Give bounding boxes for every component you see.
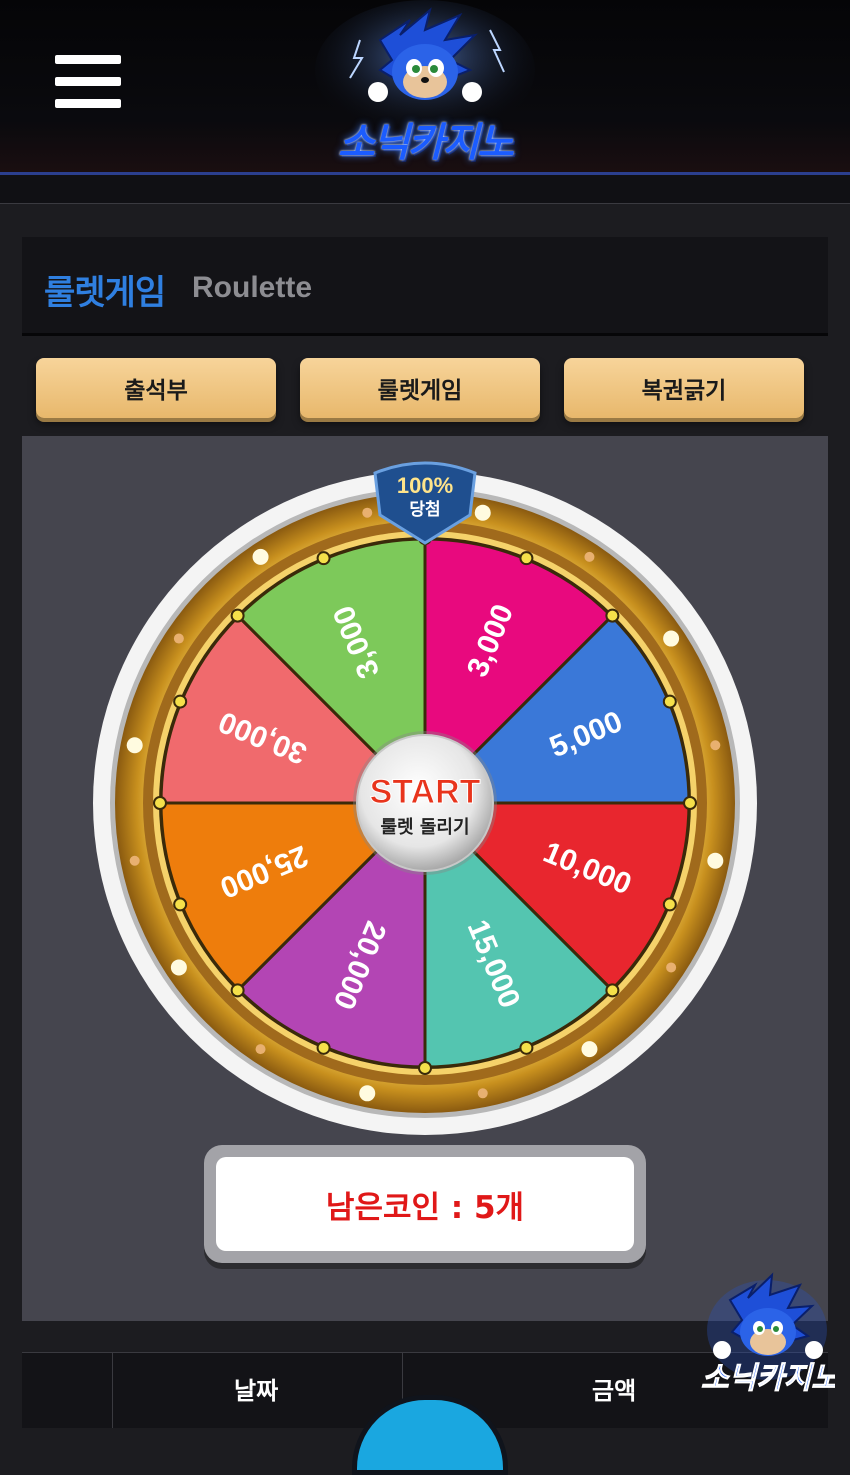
wheel-light-bulb: [362, 507, 373, 518]
wheel-peg: [316, 551, 331, 566]
remaining-coins-label: 남은코인 : 5개: [216, 1157, 634, 1251]
wheel-light-bulb: [584, 551, 595, 562]
wheel-peg: [662, 897, 677, 912]
wheel-light-bulb: [252, 548, 269, 565]
tab-roulette[interactable]: 룰렛게임: [300, 358, 540, 418]
wheel-light-bulb: [707, 852, 724, 869]
top-header: 소닉카지노: [0, 0, 850, 175]
wheel-peg: [316, 1040, 331, 1055]
page-title-box: 룰렛게임 Roulette: [22, 237, 828, 336]
column-amount: 금액: [592, 1377, 637, 1405]
page-subtitle: Roulette: [192, 271, 312, 304]
badge-percent: 100%: [397, 473, 453, 498]
wheel-light-bulb: [255, 1044, 266, 1055]
badge-text: 당첨: [409, 499, 440, 520]
column-divider: [112, 1353, 113, 1428]
mascot-logo-text: 소닉카지노: [701, 1361, 835, 1396]
wheel-peg: [519, 551, 534, 566]
wheel-peg: [662, 694, 677, 709]
wheel-light-bulb: [359, 1085, 376, 1102]
wheel-peg: [153, 796, 167, 810]
wheel-light-bulb: [126, 737, 143, 754]
site-logo[interactable]: 소닉카지노: [300, 0, 550, 172]
wheel-peg: [173, 694, 188, 709]
wheel-light-bulb: [666, 962, 677, 973]
wheel-light-bulb: [663, 630, 680, 647]
wheel-peg: [230, 608, 245, 623]
tab-attendance[interactable]: 출석부: [36, 358, 276, 418]
floating-mascot-button[interactable]: 소닉카지노: [700, 1270, 840, 1400]
wheel-light-bulb: [474, 504, 491, 521]
wheel-peg: [418, 1061, 432, 1075]
hamburger-menu-icon[interactable]: [55, 55, 121, 115]
wheel-light-bulb: [477, 1088, 488, 1099]
wheel-peg: [605, 983, 620, 998]
roulette-wheel[interactable]: 3,000 5,000 10,000 15,000 20,000 25,000 30,000…: [92, 455, 757, 1145]
wheel-peg: [519, 1040, 534, 1055]
wheel-light-bulb: [129, 855, 140, 866]
start-label: START: [370, 773, 481, 811]
wheel-light-bulb: [170, 959, 187, 976]
sonic-mascot-icon: 소닉카지노: [701, 1272, 840, 1397]
wheel-light-bulb: [173, 633, 184, 644]
sub-bar: [0, 175, 850, 204]
wheel-peg: [605, 608, 620, 623]
wheel-light-bulb: [710, 740, 721, 751]
wheel-peg: [173, 897, 188, 912]
wheel-peg: [230, 983, 245, 998]
tab-scratch-lottery[interactable]: 복권긁기: [564, 358, 804, 418]
column-date: 날짜: [234, 1377, 279, 1405]
page-title: 룰렛게임: [44, 273, 166, 313]
wheel-light-bulb: [581, 1041, 598, 1058]
remaining-coins-box: 남은코인 : 5개: [204, 1145, 646, 1263]
logo-text: 소닉카지노: [338, 120, 514, 166]
start-sublabel: 룰렛 돌리기: [380, 817, 469, 838]
wheel-peg: [683, 796, 697, 810]
